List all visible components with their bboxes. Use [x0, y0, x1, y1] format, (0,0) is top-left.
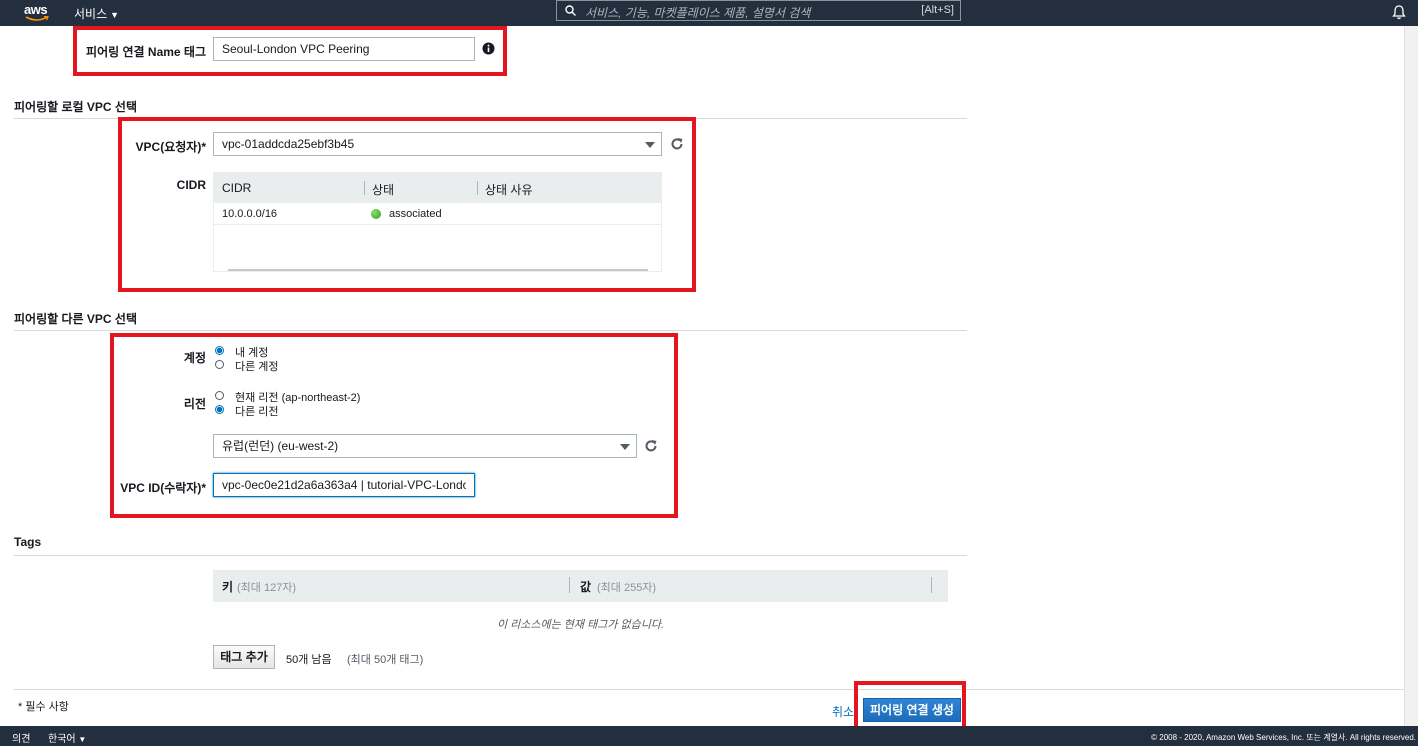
tags-max-hint: (최대 50개 태그): [347, 654, 424, 666]
aws-logo-text: aws: [24, 2, 48, 17]
radio-other-region[interactable]: [215, 405, 224, 414]
search-icon: [565, 5, 576, 16]
aws-logo[interactable]: aws: [24, 2, 50, 24]
language-selector[interactable]: 한국어 ▼: [48, 730, 86, 745]
tag-value-hint: (최대 255자): [597, 582, 657, 594]
search-box[interactable]: 서비스, 기능, 마켓플레이스 제품, 설명서 검색 [Alt+S]: [556, 0, 961, 21]
vpc-requester-label: VPC(요청자)*: [135, 140, 206, 154]
th-cidr: CIDR: [222, 181, 252, 195]
column-separator: [931, 577, 932, 593]
vpc-id-accepter-label: VPC ID(수락자)*: [120, 481, 206, 495]
create-peering-button[interactable]: 피어링 연결 생성: [863, 698, 961, 722]
vpc-requester-select[interactable]: vpc-01addcda25ebf3b45: [213, 132, 662, 156]
th-status: 상태: [372, 183, 395, 197]
tags-remaining: 50개 남음: [286, 654, 332, 666]
name-tag-input[interactable]: [213, 37, 475, 61]
other-vpc-section-title: 피어링할 다른 VPC 선택: [14, 312, 137, 326]
status-green-dot-icon: [371, 209, 381, 219]
cell-cidr: 10.0.0.0/16: [222, 208, 278, 220]
footer-divider: [14, 689, 1404, 690]
aws-smile-icon: [25, 16, 49, 21]
tags-section-title: Tags: [14, 535, 42, 549]
tags-empty-message: 이 리소스에는 현재 태그가 없습니다.: [496, 619, 665, 631]
tag-key-header: 키: [222, 580, 234, 594]
refresh-icon[interactable]: [670, 137, 684, 151]
region-select[interactable]: 유럽(런던) (eu-west-2): [213, 434, 637, 458]
table-row: 10.0.0.0/16 associated: [214, 203, 661, 225]
language-label: 한국어: [48, 734, 76, 745]
th-status-reason: 상태 사유: [485, 183, 533, 197]
cell-status: associated: [389, 208, 442, 220]
column-separator: [364, 181, 365, 195]
cancel-link[interactable]: 취소: [832, 703, 854, 720]
info-icon[interactable]: [482, 42, 495, 55]
chevron-down-icon: [620, 444, 630, 450]
radio-my-account[interactable]: [215, 346, 224, 355]
section-divider: [14, 555, 967, 556]
bottom-bar: 의견 한국어 ▼ © 2008 - 2020, Amazon Web Servi…: [0, 726, 1418, 746]
cidr-label: CIDR: [176, 178, 206, 192]
vpc-requester-value: vpc-01addcda25ebf3b45: [222, 137, 355, 151]
column-separator: [477, 181, 478, 195]
top-nav: aws 서비스 ▼ 서비스, 기능, 마켓플레이스 제품, 설명서 검색 [Alt…: [0, 0, 1418, 26]
cidr-table-header: CIDR 상태 상태 사유: [214, 173, 661, 203]
column-separator: [569, 577, 570, 593]
account-label: 계정: [183, 351, 206, 365]
tag-key-hint: (최대 127자): [237, 582, 297, 594]
services-label: 서비스: [74, 7, 108, 21]
vertical-scrollbar[interactable]: [1404, 26, 1418, 726]
bell-icon[interactable]: [1392, 4, 1406, 20]
required-note: * 필수 사항: [18, 701, 69, 713]
horizontal-scrollbar[interactable]: [228, 269, 648, 271]
tags-table-header: 키 (최대 127자) 값 (최대 255자): [213, 570, 948, 602]
region-select-value: 유럽(런던) (eu-west-2): [222, 439, 339, 453]
search-placeholder: 서비스, 기능, 마켓플레이스 제품, 설명서 검색: [585, 6, 811, 20]
refresh-icon[interactable]: [644, 439, 658, 453]
chevron-down-icon: [645, 142, 655, 148]
radio-other-account-label: 다른 계정: [235, 361, 279, 373]
search-shortcut: [Alt+S]: [921, 4, 954, 16]
vpc-id-accepter-input[interactable]: [213, 473, 475, 497]
local-vpc-section-title: 피어링할 로컬 VPC 선택: [14, 100, 137, 114]
section-divider: [14, 330, 967, 331]
feedback-link[interactable]: 의견: [12, 730, 30, 745]
cidr-table: CIDR 상태 상태 사유 10.0.0.0/16 associated: [213, 172, 662, 272]
region-label: 리전: [183, 397, 206, 411]
caret-down-icon: ▼: [78, 735, 87, 744]
services-menu[interactable]: 서비스 ▼: [74, 5, 119, 22]
radio-current-region[interactable]: [215, 391, 224, 400]
radio-other-region-label: 다른 리전: [235, 406, 279, 418]
add-tag-button[interactable]: 태그 추가: [213, 645, 275, 669]
radio-other-account[interactable]: [215, 360, 224, 369]
tag-value-header: 값: [580, 580, 592, 594]
name-tag-label: 피어링 연결 Name 태그: [86, 45, 206, 59]
copyright-text: © 2008 - 2020, Amazon Web Services, Inc.…: [1151, 733, 1416, 742]
caret-down-icon: ▼: [110, 10, 120, 20]
